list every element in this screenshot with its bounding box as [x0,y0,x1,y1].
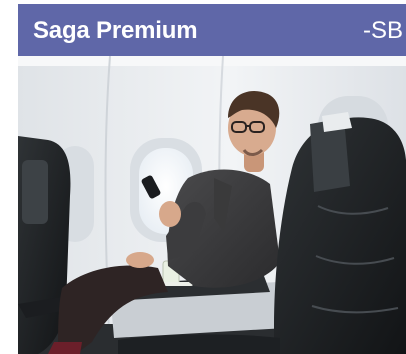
ceiling-panel [18,56,406,66]
fare-header: Saga Premium -SB [18,4,406,56]
passenger-hand [159,201,181,227]
front-armrest [118,334,280,354]
fare-code: -SB [362,17,403,44]
passenger-hand-rest [126,252,154,268]
fare-card[interactable]: Saga Premium -SB [18,4,406,354]
cabin-illustration [18,56,406,354]
cabin-photo [18,56,406,354]
seat-screen [22,160,48,224]
fare-title: Saga Premium [33,17,198,44]
